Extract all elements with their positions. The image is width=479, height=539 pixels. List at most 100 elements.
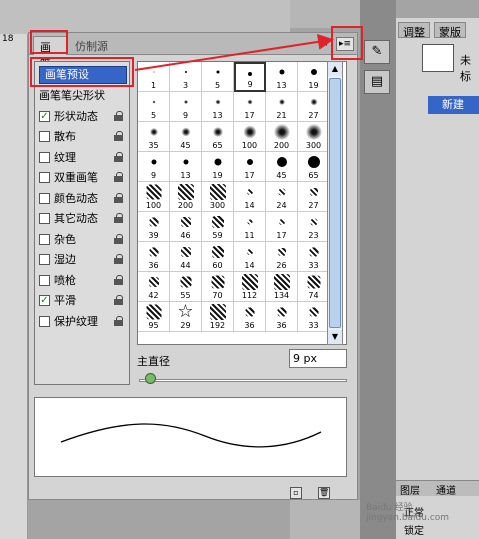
lock-icon[interactable]	[114, 254, 123, 264]
new-preset-icon[interactable]: ▫	[290, 487, 302, 499]
brush-tip-cell[interactable]: 27	[298, 182, 330, 212]
brush-tip-cell[interactable]: 36	[234, 302, 266, 332]
checkbox[interactable]	[39, 131, 50, 142]
lock-icon[interactable]	[114, 110, 123, 121]
brush-tip-cell[interactable]: 55	[170, 272, 202, 302]
scroll-up-icon[interactable]: ▲	[328, 62, 342, 76]
brush-tip-cell[interactable]: 9	[170, 92, 202, 122]
brush-tip-cell[interactable]: 192	[202, 302, 234, 332]
brush-tip-cell[interactable]: 46	[170, 212, 202, 242]
brush-tip-cell[interactable]: 5	[202, 62, 234, 92]
tab-clone-source[interactable]: 仿制源	[69, 36, 117, 55]
brush-tip-cell[interactable]: 65	[298, 152, 330, 182]
brush-tip-cell[interactable]: 300	[298, 122, 330, 152]
new-history-item[interactable]: 新建	[428, 96, 479, 114]
brush-option[interactable]: 湿边	[39, 250, 127, 269]
tab-layers[interactable]: 图层	[400, 482, 420, 497]
brush-tip-cell[interactable]: 1	[138, 62, 170, 92]
brush-tip-cell[interactable]: 100	[138, 182, 170, 212]
brush-tip-cell[interactable]: 39	[138, 212, 170, 242]
brush-option[interactable]: 保护纹理	[39, 312, 127, 331]
lock-icon[interactable]	[114, 295, 123, 305]
clone-source-toggle-icon[interactable]: ▤	[364, 70, 390, 94]
brush-tip-cell[interactable]: 36	[138, 242, 170, 272]
checked-checkbox[interactable]: ✓	[39, 295, 50, 306]
brush-tip-cell[interactable]: 42	[138, 272, 170, 302]
brush-tip-cell[interactable]: 44	[170, 242, 202, 272]
brush-tip-cell[interactable]: 100	[234, 122, 266, 152]
brush-tip-cell[interactable]: 17	[234, 152, 266, 182]
brush-tip-cell[interactable]: 5	[138, 92, 170, 122]
brush-option[interactable]: 画笔笔尖形状	[39, 86, 127, 105]
checked-checkbox[interactable]: ✓	[39, 110, 50, 122]
brush-tip-cell[interactable]: 26	[266, 242, 298, 272]
checkbox[interactable]	[39, 151, 50, 163]
lock-icon[interactable]	[114, 274, 123, 285]
brush-tip-cell[interactable]: 9	[138, 152, 170, 182]
brush-tip-cell[interactable]: 3	[170, 62, 202, 92]
brush-grid-scrollbar[interactable]: ▲ ▼	[327, 61, 343, 345]
brush-option[interactable]: 颜色动态	[39, 189, 127, 208]
brush-tip-cell[interactable]: 13	[170, 152, 202, 182]
lock-icon[interactable]	[114, 172, 123, 182]
brush-option[interactable]: ✓ 形状动态	[39, 107, 127, 126]
brush-tip-cell[interactable]: 17	[266, 212, 298, 242]
brush-tip-cell[interactable]: 200	[170, 182, 202, 212]
lock-icon[interactable]	[114, 192, 123, 203]
brush-tip-cell[interactable]: 112	[234, 272, 266, 302]
brush-tip-cell[interactable]: 134	[266, 272, 298, 302]
brush-tip-cell[interactable]: 60	[202, 242, 234, 272]
brush-tip-cell[interactable]: 23	[298, 212, 330, 242]
brush-tip-cell[interactable]: 95	[138, 302, 170, 332]
brush-option[interactable]: 散布	[39, 127, 127, 146]
checkbox[interactable]	[39, 274, 50, 286]
brush-tip-cell[interactable]: 35	[138, 122, 170, 152]
brush-tip-cell[interactable]: 300	[202, 182, 234, 212]
brush-option[interactable]: 双重画笔	[39, 168, 127, 187]
brush-tip-cell[interactable]: 19	[202, 152, 234, 182]
lock-icon[interactable]	[114, 213, 123, 223]
checkbox[interactable]	[39, 233, 50, 245]
brush-tip-cell[interactable]: 14	[234, 182, 266, 212]
lock-icon[interactable]	[114, 151, 123, 162]
diameter-slider-track[interactable]	[139, 379, 347, 382]
brush-tip-cell[interactable]: 9	[234, 62, 266, 92]
checkbox[interactable]	[39, 172, 50, 183]
tab-masks[interactable]: 蒙版	[434, 22, 466, 39]
scroll-down-icon[interactable]: ▼	[328, 330, 342, 344]
brush-tip-cell[interactable]: 200	[266, 122, 298, 152]
brush-tip-cell[interactable]: 74	[298, 272, 330, 302]
brush-tip-cell[interactable]: 14	[234, 242, 266, 272]
collapse-arrows-icon[interactable]: ◂◂	[318, 39, 327, 49]
brush-tip-cell[interactable]: 27	[298, 92, 330, 122]
brush-tip-cell[interactable]: 70	[202, 272, 234, 302]
master-diameter-input[interactable]: 9 px	[289, 349, 347, 368]
lock-icon[interactable]	[114, 233, 123, 244]
brush-tip-cell[interactable]: 11	[234, 212, 266, 242]
brush-tip-cell[interactable]: 17	[234, 92, 266, 122]
tab-channels[interactable]: 通道	[436, 482, 456, 497]
brush-option[interactable]: 喷枪	[39, 271, 127, 290]
brush-tip-cell[interactable]: 65	[202, 122, 234, 152]
brush-tip-cell[interactable]: 33	[298, 302, 330, 332]
brush-tip-cell[interactable]: 21	[266, 92, 298, 122]
brush-tip-cell[interactable]: 45	[266, 152, 298, 182]
trash-icon[interactable]: 🗑	[318, 487, 330, 499]
brush-tip-cell[interactable]: 36	[266, 302, 298, 332]
lock-icon[interactable]	[114, 315, 123, 326]
brush-tip-cell[interactable]: 24	[266, 182, 298, 212]
brush-option[interactable]: 杂色	[39, 230, 127, 249]
brush-tip-cell[interactable]: 33	[298, 242, 330, 272]
checkbox[interactable]	[39, 192, 50, 204]
checkbox[interactable]	[39, 213, 50, 224]
scroll-thumb[interactable]	[329, 78, 341, 328]
brush-tip-cell[interactable]: 13	[202, 92, 234, 122]
diameter-slider-knob[interactable]	[145, 373, 156, 384]
brush-tip-cell[interactable]: 13	[266, 62, 298, 92]
lock-icon[interactable]	[114, 131, 123, 141]
brush-tip-cell[interactable]: 45	[170, 122, 202, 152]
brush-option[interactable]: 纹理	[39, 148, 127, 167]
brush-option[interactable]: ✓ 平滑	[39, 291, 127, 310]
brush-option[interactable]: 其它动态	[39, 209, 127, 228]
tab-adjustments[interactable]: 调整	[398, 22, 430, 39]
